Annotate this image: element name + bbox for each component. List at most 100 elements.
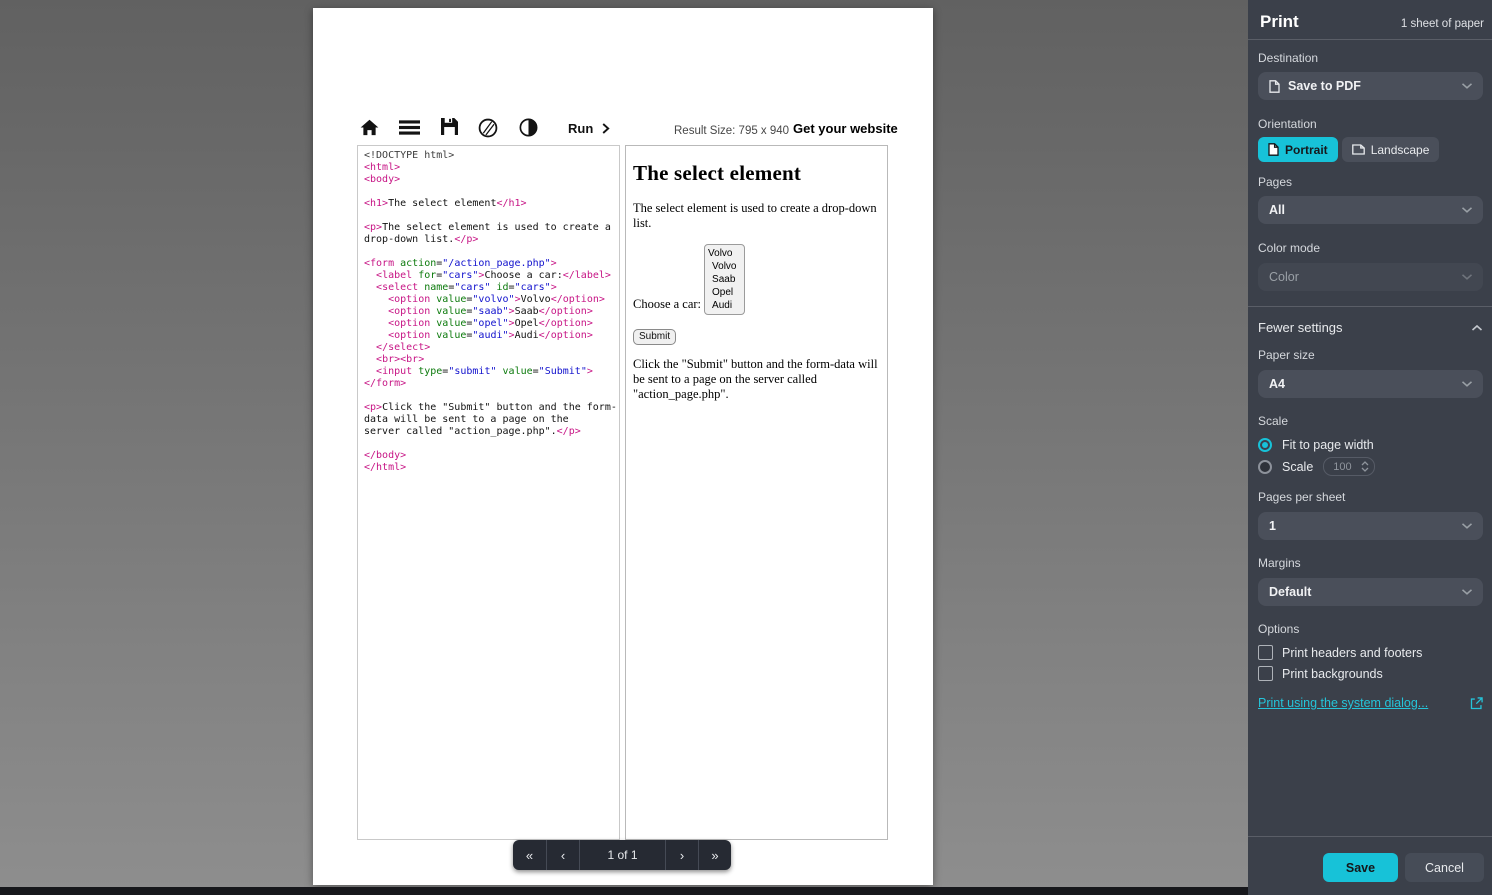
page-navigation: « ‹ 1 of 1 › » <box>513 840 731 870</box>
run-button[interactable]: Run <box>568 121 610 136</box>
portrait-button[interactable]: Portrait <box>1258 137 1338 162</box>
landscape-page-icon <box>1351 144 1365 155</box>
stepper-up-icon <box>1361 461 1369 466</box>
code-content: <!DOCTYPE html> <html> <body> <h1>The sele… <box>358 146 619 474</box>
select-option[interactable]: Saab <box>705 273 744 286</box>
result-pane: The select element The select element is… <box>625 145 888 840</box>
pages-dropdown[interactable]: All <box>1258 196 1483 224</box>
previous-page-button[interactable]: ‹ <box>546 840 579 870</box>
fit-to-page-width-label: Fit to page width <box>1282 438 1374 452</box>
stepper-down-icon <box>1361 467 1369 472</box>
select-option[interactable]: Volvo <box>705 260 744 273</box>
custom-scale-label: Scale <box>1282 459 1314 474</box>
save-icon[interactable] <box>441 118 461 138</box>
code-line: <option value="saab">Saab</option> <box>388 306 593 317</box>
save-button[interactable]: Save <box>1323 853 1398 882</box>
portrait-label: Portrait <box>1285 142 1328 157</box>
pages-value: All <box>1269 203 1285 217</box>
home-icon[interactable] <box>360 118 380 138</box>
custom-scale-option[interactable]: Scale 100 <box>1248 457 1492 476</box>
pages-per-sheet-value: 1 <box>1269 519 1276 533</box>
select-display-value[interactable]: Volvo <box>705 247 744 260</box>
chevron-down-icon <box>1461 589 1473 595</box>
chevron-down-icon <box>1461 274 1473 280</box>
code-line: <html> <box>364 162 401 173</box>
orientation-label: Orientation <box>1258 117 1317 131</box>
get-your-website-link[interactable]: Get your website <box>793 121 898 136</box>
output-heading: The select element <box>633 161 802 185</box>
stepper-icons[interactable] <box>1361 461 1369 472</box>
paper-size-value: A4 <box>1269 377 1285 391</box>
destination-label: Destination <box>1258 51 1319 65</box>
pages-per-sheet-dropdown[interactable]: 1 <box>1258 512 1483 540</box>
code-line: <option value="opel">Opel</option> <box>388 318 593 329</box>
chevron-down-icon <box>1461 83 1473 89</box>
document-icon <box>1269 79 1280 93</box>
margins-value: Default <box>1269 585 1312 599</box>
code-line: server called "action_page.php".</p> <box>364 426 581 437</box>
radio-selected-icon[interactable] <box>1258 438 1272 452</box>
chevron-right-icon <box>602 123 610 134</box>
print-preview-area: Run Result Size: 795 x 940 Get your webs… <box>0 0 1248 895</box>
preview-page: Run Result Size: 795 x 940 Get your webs… <box>313 8 933 885</box>
car-select-listbox[interactable]: Volvo Volvo Saab Opel Audi <box>704 244 746 315</box>
code-line: <form action="/action_page.php"> <box>364 258 557 269</box>
print-dialog-screen: Run Result Size: 795 x 940 Get your webs… <box>0 0 1492 895</box>
next-page-button[interactable]: › <box>665 840 698 870</box>
code-line: <p>The select element is used to create … <box>364 222 611 233</box>
print-settings-panel: Print 1 sheet of paper Destination Save … <box>1248 0 1492 895</box>
first-page-button[interactable]: « <box>513 840 546 870</box>
fit-to-page-width-option[interactable]: Fit to page width <box>1248 438 1492 452</box>
radio-unselected-icon[interactable] <box>1258 459 1272 474</box>
pages-label: Pages <box>1258 175 1293 189</box>
contrast-icon[interactable] <box>519 118 539 138</box>
code-line: <option value="audi">Audi</option> <box>388 330 593 341</box>
bottom-edge <box>0 887 1248 895</box>
divider <box>1248 39 1492 40</box>
run-label: Run <box>568 121 594 136</box>
sheet-count-label: 1 sheet of paper <box>1400 18 1484 30</box>
menu-icon[interactable] <box>399 118 420 138</box>
color-mode-label: Color mode <box>1258 241 1321 255</box>
page-count-label: 1 of 1 <box>579 840 665 870</box>
code-editor-pane[interactable]: <!DOCTYPE html> <html> <body> <h1>The sele… <box>357 145 620 840</box>
code-line: <input type="submit" value="Submit"> <box>376 366 593 377</box>
options-label: Options <box>1258 622 1300 636</box>
paper-size-label: Paper size <box>1258 348 1315 362</box>
fewer-settings-toggle[interactable]: Fewer settings <box>1248 320 1492 335</box>
chevron-down-icon <box>1461 523 1473 529</box>
code-line: </html> <box>364 462 407 473</box>
code-line: <select name="cars" id="cars"> <box>376 282 557 293</box>
select-option[interactable]: Opel <box>705 286 744 299</box>
code-line: <p>Click the "Submit" button and the for… <box>364 402 617 413</box>
color-mode-dropdown[interactable]: Color <box>1258 263 1483 291</box>
code-line: <h1>The select element</h1> <box>364 198 527 209</box>
system-dialog-link[interactable]: Print using the system dialog... <box>1258 696 1428 710</box>
select-option[interactable]: Audi <box>705 299 744 312</box>
print-headers-footers-option[interactable]: Print headers and footers <box>1248 645 1492 660</box>
scale-label: Scale <box>1258 414 1289 428</box>
margins-dropdown[interactable]: Default <box>1258 578 1483 606</box>
color-mode-value: Color <box>1269 270 1299 284</box>
code-line: <body> <box>364 174 401 185</box>
code-line: <br><br> <box>376 354 425 365</box>
chevron-down-icon <box>1461 207 1473 213</box>
margins-label: Margins <box>1258 556 1301 570</box>
print-backgrounds-option[interactable]: Print backgrounds <box>1248 666 1492 681</box>
scale-value-input[interactable]: 100 <box>1323 457 1376 476</box>
paper-size-dropdown[interactable]: A4 <box>1258 370 1483 398</box>
code-line: drop-down list.</p> <box>364 234 479 245</box>
circle-slash-icon[interactable] <box>478 118 498 138</box>
destination-dropdown[interactable]: Save to PDF <box>1258 72 1483 100</box>
scale-value: 100 <box>1333 460 1352 473</box>
landscape-button[interactable]: Landscape <box>1341 137 1440 162</box>
checkbox-unchecked-icon[interactable] <box>1258 666 1273 681</box>
last-page-button[interactable]: » <box>698 840 731 870</box>
checkbox-unchecked-icon[interactable] <box>1258 645 1273 660</box>
submit-button[interactable]: Submit <box>633 329 677 345</box>
cancel-button[interactable]: Cancel <box>1405 853 1484 882</box>
